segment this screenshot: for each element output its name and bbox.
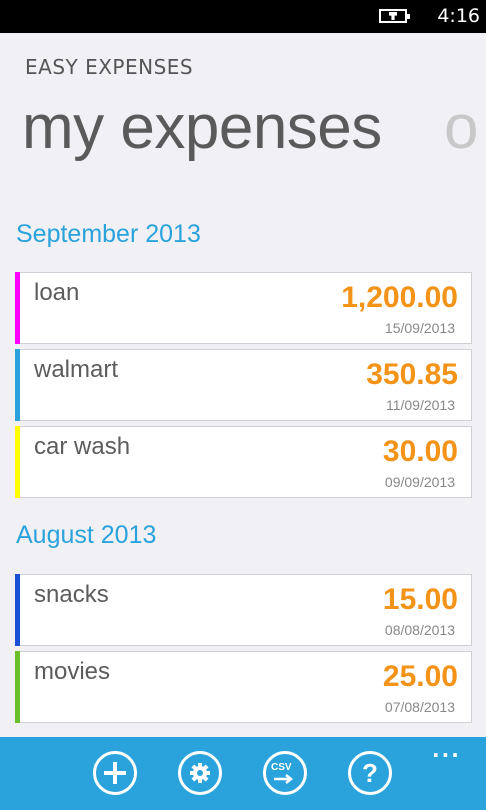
export-csv-button[interactable]: CSV [263, 751, 307, 795]
category-color-stripe [15, 272, 20, 344]
expense-name: car wash [34, 433, 131, 460]
expense-amount: 30.00 [382, 435, 458, 468]
category-color-stripe [15, 426, 20, 498]
csv-export-icon: CSV [270, 762, 300, 784]
add-expense-button[interactable] [93, 751, 137, 795]
pivot-header-my-expenses[interactable]: my expenses [22, 92, 382, 163]
battery-charging-icon [379, 9, 410, 23]
expense-item[interactable]: movies 25.00 07/08/2013 [15, 651, 472, 723]
expense-item[interactable]: walmart 350.85 11/09/2013 [15, 349, 472, 421]
group-title-september: September 2013 [16, 220, 201, 248]
status-time: 4:16 [437, 5, 480, 27]
expense-item[interactable]: snacks 15.00 08/08/2013 [15, 574, 472, 646]
app-bar: CSV ? ... [0, 737, 486, 810]
pivot-header-next[interactable]: o [444, 92, 478, 163]
expense-amount: 15.00 [382, 583, 458, 616]
expense-item[interactable]: loan 1,200.00 15/09/2013 [15, 272, 472, 344]
expense-date: 15/09/2013 [384, 320, 455, 336]
more-options-button[interactable]: ... [432, 740, 461, 760]
expense-date: 09/09/2013 [384, 474, 455, 490]
settings-icon [190, 763, 210, 783]
add-icon [104, 762, 126, 784]
expense-amount: 25.00 [382, 660, 458, 693]
expense-amount: 350.85 [366, 358, 458, 391]
help-button[interactable]: ? [348, 751, 392, 795]
expense-name: loan [34, 279, 80, 306]
expense-item[interactable]: car wash 30.00 09/09/2013 [15, 426, 472, 498]
group-title-august: August 2013 [16, 521, 157, 549]
expense-name: walmart [34, 356, 119, 383]
expense-date: 07/08/2013 [384, 699, 455, 715]
settings-button[interactable] [178, 751, 222, 795]
expense-name: movies [34, 658, 111, 685]
category-color-stripe [15, 651, 20, 723]
app-title: EASY EXPENSES [25, 55, 194, 79]
expense-date: 11/09/2013 [385, 397, 455, 413]
expense-amount: 1,200.00 [341, 281, 458, 314]
category-color-stripe [15, 574, 20, 646]
status-bar: 4:16 [0, 0, 486, 33]
expense-name: snacks [34, 581, 109, 608]
expense-date: 08/08/2013 [384, 622, 455, 638]
help-icon: ? [362, 757, 378, 788]
category-color-stripe [15, 349, 20, 421]
